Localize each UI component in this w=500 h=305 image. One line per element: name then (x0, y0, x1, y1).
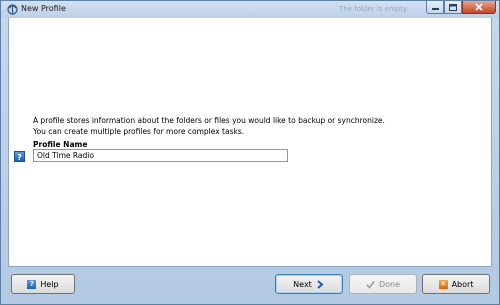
help-button[interactable]: ? Help (11, 274, 75, 294)
maximize-button[interactable] (444, 1, 462, 14)
close-button[interactable] (462, 1, 496, 14)
dialog-footer: ? Help Next Done ✕ Abort (1, 267, 499, 304)
done-button[interactable]: Done (349, 274, 417, 294)
description-line: You can create multiple profiles for mor… (33, 127, 245, 136)
minimize-icon (431, 7, 439, 10)
question-icon: ? (27, 279, 37, 289)
help-button-label: Help (40, 279, 59, 289)
window-controls (426, 1, 496, 15)
next-button[interactable]: Next (275, 274, 343, 294)
description-line: A profile stores information about the f… (33, 116, 385, 125)
next-button-label: Next (293, 279, 312, 289)
abort-button-label: Abort (451, 279, 474, 289)
question-icon[interactable]: ? (14, 151, 25, 162)
maximize-icon (449, 3, 457, 11)
profile-name-label: Profile Name (33, 140, 88, 149)
profile-description: A profile stores information about the f… (33, 115, 453, 137)
x-icon: ✕ (438, 279, 448, 289)
abort-button[interactable]: ✕ Abort (422, 274, 490, 294)
background-ghost-text: The folder is empty (339, 5, 408, 13)
checkmark-icon (366, 280, 375, 289)
profile-name-input[interactable] (33, 149, 288, 162)
close-icon (475, 3, 483, 11)
new-profile-dialog: New Profile The folder is empty A profil… (0, 0, 500, 305)
minimize-button[interactable] (426, 1, 444, 14)
arrow-right-icon (317, 279, 324, 289)
dialog-content: A profile stores information about the f… (8, 18, 492, 267)
title-bar[interactable]: New Profile The folder is empty (1, 1, 499, 18)
window-title: New Profile (21, 4, 66, 13)
done-button-label: Done (378, 279, 401, 289)
app-logo-icon (7, 4, 18, 15)
